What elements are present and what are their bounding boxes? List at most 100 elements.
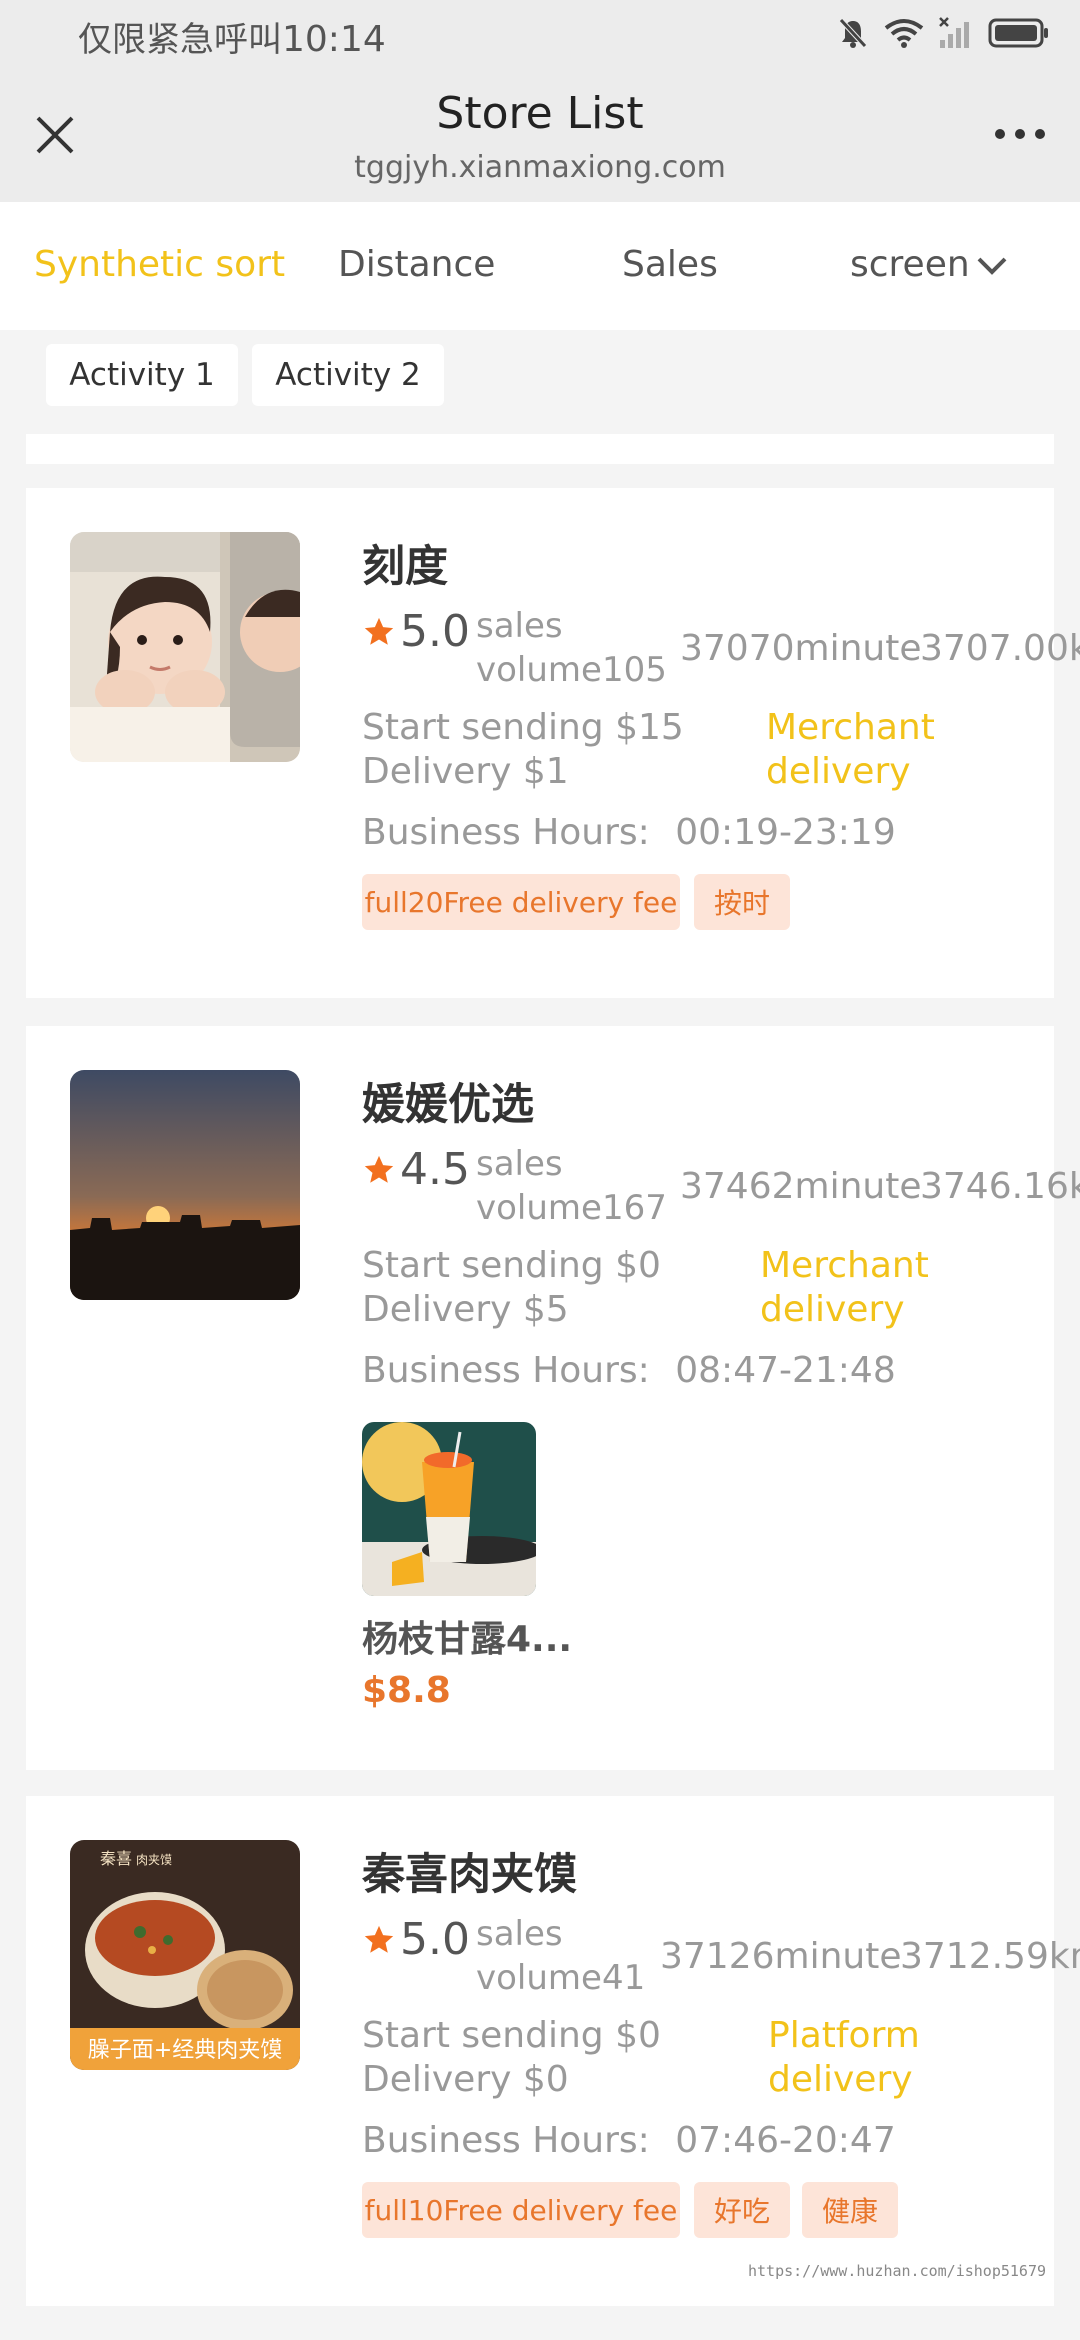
rating-value: 4.5: [400, 1144, 470, 1195]
promo-tag: 健康: [802, 2182, 898, 2238]
list-top-strip: [26, 434, 1054, 464]
delivery-type-line: delivery: [768, 2059, 913, 2100]
status-time: 10:14: [282, 19, 386, 60]
delivery-minutes: 37070minute: [680, 628, 922, 669]
more-options-button[interactable]: [990, 120, 1050, 148]
battery-icon: [988, 18, 1048, 48]
sales-value: volume41: [476, 1958, 646, 1998]
delivery-type-line: delivery: [766, 751, 911, 792]
delivery-type-line: Merchant: [760, 1245, 929, 1286]
page-url: tggjyh.xianmaxiong.com: [354, 150, 726, 185]
delivery-type-line: delivery: [760, 1289, 905, 1330]
page-title: Store List: [436, 88, 644, 139]
sales-value: volume105: [476, 650, 667, 690]
business-hours: Business Hours: 08:47-21:48: [362, 1350, 896, 1391]
star-icon: [364, 1925, 394, 1953]
hours-label: Business Hours:: [362, 1350, 650, 1391]
chevron-down-icon: [977, 257, 1007, 275]
store-distance: 3712.59km: [900, 1936, 1080, 1977]
more-dot-icon: [1015, 129, 1025, 139]
status-icons: [836, 16, 1050, 50]
store-name: 秦喜肉夹馍: [362, 1850, 577, 1900]
fee-info: Start sending $0 Delivery $0: [362, 2014, 661, 2102]
hours-value: 00:19-23:19: [675, 812, 896, 853]
delivery-fee: Delivery $5: [362, 1289, 569, 1330]
sales-label: sales: [476, 1144, 563, 1184]
promo-tag: full10Free delivery fee: [362, 2182, 680, 2238]
delivery-type-line: Merchant: [766, 707, 935, 748]
sales-label: sales: [476, 606, 563, 646]
sort-synthetic[interactable]: Synthetic sort: [34, 244, 285, 285]
store-distance: 3707.00km: [920, 628, 1080, 669]
rating-value: 5.0: [400, 606, 470, 657]
more-dot-icon: [995, 129, 1005, 139]
sales-volume: sales volume41: [476, 1912, 645, 2000]
promo-tag: full20Free delivery fee: [362, 874, 680, 930]
star-icon: [364, 1155, 394, 1183]
sort-sales[interactable]: Sales: [622, 244, 718, 285]
business-hours: Business Hours: 00:19-23:19: [362, 812, 896, 853]
delivery-fee: Delivery $0: [362, 2059, 569, 2100]
hours-label: Business Hours:: [362, 2120, 650, 2161]
product-mango-drink-image: [362, 1422, 536, 1596]
start-sending: Start sending $0: [362, 1245, 661, 1286]
store-name: 媛媛优选: [362, 1080, 534, 1130]
store-photo-sunset-image: [70, 1070, 300, 1300]
sort-bar: Synthetic sort Distance Sales screen: [0, 202, 1080, 330]
hours-label: Business Hours:: [362, 812, 650, 853]
promo-tag: 按时: [694, 874, 790, 930]
promo-tag: 好吃: [694, 2182, 790, 2238]
store-rating: 5.0: [362, 1914, 470, 1965]
store-photo-girl-image: [70, 532, 300, 762]
fee-info: Start sending $0 Delivery $5: [362, 1244, 661, 1332]
star-icon: [364, 617, 394, 645]
top-bar: 仅限紧急呼叫10:14 Store List tggjyh.xianmaxion…: [0, 0, 1080, 202]
rating-value: 5.0: [400, 1914, 470, 1965]
activity-chip[interactable]: Activity 1: [46, 344, 238, 406]
sort-distance[interactable]: Distance: [338, 244, 495, 285]
store-card[interactable]: 媛媛优选 4.5 sales volume167 37462minute 374…: [26, 1026, 1080, 1770]
wifi-icon: [884, 19, 924, 48]
sales-value: volume167: [476, 1188, 667, 1228]
sort-screen-label: screen: [850, 244, 970, 285]
delivery-fee: Delivery $1: [362, 751, 569, 792]
carrier-text: 仅限紧急呼叫: [78, 20, 282, 60]
fee-info: Start sending $15 Delivery $1: [362, 706, 684, 794]
sales-label: sales: [476, 1914, 563, 1954]
store-distance: 3746.16km: [920, 1166, 1080, 1207]
sort-screen-filter[interactable]: screen: [850, 244, 1008, 285]
product-name[interactable]: 杨枝甘露4...: [362, 1610, 572, 1662]
thumb-brand-subtext: 肉夹馍: [136, 1853, 172, 1867]
delivery-type: Merchant delivery: [766, 706, 935, 794]
thumb-banner-text: 臊子面+经典肉夹馍: [88, 2038, 282, 2063]
store-thumbnail[interactable]: [70, 532, 300, 762]
activity-chip[interactable]: Activity 2: [252, 344, 444, 406]
business-hours: Business Hours: 07:46-20:47: [362, 2120, 896, 2161]
product-thumbnail[interactable]: [362, 1422, 536, 1596]
start-sending: Start sending $15: [362, 707, 684, 748]
sales-volume: sales volume105: [476, 604, 667, 692]
delivery-type-line: Platform: [768, 2015, 920, 2056]
watermark-text: https://www.huzhan.com/ishop51679: [747, 2262, 1046, 2280]
product-price: $8.8: [362, 1670, 451, 1711]
store-name: 刻度: [362, 542, 448, 592]
hours-value: 07:46-20:47: [675, 2120, 896, 2161]
status-carrier: 仅限紧急呼叫10:14: [78, 12, 386, 61]
store-photo-noodles-image: 秦喜 肉夹馍 臊子面+经典肉夹馍: [70, 1840, 300, 2070]
store-thumbnail[interactable]: 秦喜 肉夹馍 臊子面+经典肉夹馍: [70, 1840, 300, 2070]
store-thumbnail[interactable]: [70, 1070, 300, 1300]
store-card[interactable]: 刻度 5.0 sales volume105 37070minute 3707.…: [26, 488, 1080, 998]
delivery-type: Merchant delivery: [760, 1244, 929, 1332]
store-card[interactable]: 秦喜 肉夹馍 臊子面+经典肉夹馍 秦喜肉夹馍 5.0 sales volume4…: [26, 1796, 1080, 2306]
start-sending: Start sending $0: [362, 2015, 661, 2056]
hours-value: 08:47-21:48: [675, 1350, 896, 1391]
mute-bell-icon: [839, 18, 867, 48]
delivery-minutes: 37126minute: [660, 1936, 902, 1977]
sales-volume: sales volume167: [476, 1142, 667, 1230]
delivery-minutes: 37462minute: [680, 1166, 922, 1207]
signal-icon: [939, 17, 969, 48]
store-rating: 5.0: [362, 606, 470, 657]
more-dot-icon: [1035, 129, 1045, 139]
delivery-type: Platform delivery: [768, 2014, 920, 2102]
store-rating: 4.5: [362, 1144, 470, 1195]
